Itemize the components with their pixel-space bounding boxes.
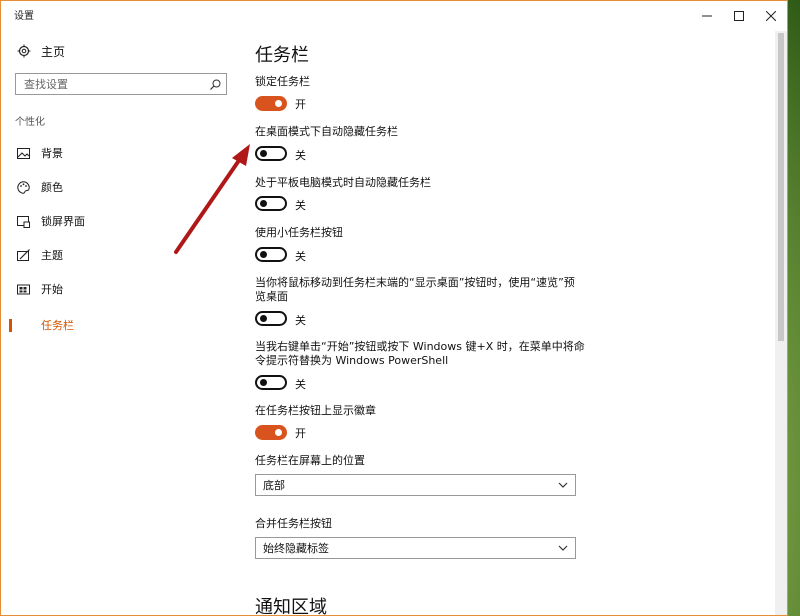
- active-indicator: [9, 319, 12, 332]
- notification-area-title: 通知区域: [255, 597, 327, 616]
- chevron-down-icon: [558, 482, 568, 488]
- title-bar: 设置: [1, 1, 787, 31]
- sidebar-item-label: 锁屏界面: [41, 215, 85, 228]
- start-icon: [17, 284, 30, 294]
- setting-label: 在桌面模式下自动隐藏任务栏: [255, 125, 398, 138]
- maximize-button[interactable]: [723, 1, 755, 31]
- toggle-state: 开: [295, 427, 306, 440]
- combine-dropdown[interactable]: 始终隐藏标签: [255, 537, 576, 559]
- sidebar-item-label: 开始: [41, 283, 63, 296]
- minimize-button[interactable]: [691, 1, 723, 31]
- setting-label: 处于平板电脑模式时自动隐藏任务栏: [255, 176, 431, 189]
- small-buttons-toggle[interactable]: [255, 247, 287, 262]
- sidebar-item-taskbar[interactable]: 任务栏: [1, 311, 241, 339]
- toggle-knob: [275, 429, 282, 436]
- auto-hide-desktop-toggle[interactable]: [255, 146, 287, 161]
- sidebar-item-label: 任务栏: [41, 319, 74, 332]
- scrollbar-thumb[interactable]: [778, 33, 784, 341]
- maximize-icon: [734, 11, 744, 21]
- sidebar: 主页 个性化 背景 颜色: [1, 31, 241, 615]
- sidebar-item-label: 主题: [41, 249, 63, 262]
- search-input[interactable]: [22, 76, 206, 92]
- theme-icon: [17, 248, 30, 261]
- setting-label: 锁定任务栏: [255, 75, 310, 88]
- toggle-state: 关: [295, 250, 306, 263]
- badges-toggle[interactable]: [255, 425, 287, 440]
- close-button[interactable]: [755, 1, 787, 31]
- close-icon: [766, 11, 776, 21]
- section-label: 个性化: [15, 117, 45, 128]
- main-content: 任务栏 锁定任务栏 开 在桌面模式下自动隐藏任务栏 关 处于平板电脑模式时自动隐…: [241, 31, 776, 616]
- setting-label: 当我右键单击“开始”按钮或按下 Windows 键+X 时，在菜单中将命令提示符…: [255, 340, 585, 367]
- position-label: 任务栏在屏幕上的位置: [255, 454, 365, 467]
- lock-screen-icon: [17, 215, 30, 228]
- peek-toggle[interactable]: [255, 311, 287, 326]
- sidebar-item-label: 背景: [41, 147, 63, 160]
- toggle-knob: [260, 379, 267, 386]
- palette-icon: [17, 180, 30, 194]
- taskbar-icon: [17, 319, 30, 332]
- toggle-knob: [275, 100, 282, 107]
- window-title: 设置: [14, 11, 34, 22]
- sidebar-item-label: 颜色: [41, 181, 63, 194]
- toggle-state: 关: [295, 378, 306, 391]
- picture-icon: [17, 147, 30, 159]
- setting-label: 在任务栏按钮上显示徽章: [255, 404, 376, 417]
- toggle-state: 关: [295, 314, 306, 327]
- setting-label: 使用小任务栏按钮: [255, 226, 343, 239]
- home-link[interactable]: 主页: [17, 39, 65, 63]
- gear-icon: [17, 44, 31, 58]
- toggle-knob: [260, 150, 267, 157]
- sidebar-item-start[interactable]: 开始: [1, 275, 241, 303]
- page-title: 任务栏: [255, 45, 309, 66]
- toggle-state: 开: [295, 98, 306, 111]
- dropdown-value: 始终隐藏标签: [263, 542, 329, 555]
- auto-hide-tablet-toggle[interactable]: [255, 196, 287, 211]
- minimize-icon: [702, 15, 712, 17]
- baidu-watermark: Baidu 经验 jingyan.baidu.com: [615, 530, 759, 578]
- position-dropdown[interactable]: 底部: [255, 474, 576, 496]
- scrollbar[interactable]: [775, 31, 787, 615]
- setting-label: 当你将鼠标移动到任务栏末端的“显示桌面”按钮时，使用“速览”预览桌面: [255, 276, 575, 303]
- sidebar-item-background[interactable]: 背景: [1, 139, 241, 167]
- watermark-url: jingyan.baidu.com: [621, 567, 731, 578]
- lock-taskbar-toggle[interactable]: [255, 96, 287, 111]
- toggle-knob: [260, 200, 267, 207]
- settings-window: 设置 主页 个性化: [0, 0, 788, 616]
- search-icon[interactable]: [210, 79, 221, 90]
- sidebar-item-themes[interactable]: 主题: [1, 241, 241, 269]
- toggle-knob: [260, 251, 267, 258]
- combine-label: 合并任务栏按钮: [255, 517, 332, 530]
- search-box: [15, 73, 227, 95]
- home-label: 主页: [41, 44, 66, 59]
- chevron-down-icon: [558, 545, 568, 551]
- watermark-brand: Baidu 经验: [615, 536, 760, 566]
- sidebar-item-lock-screen[interactable]: 锁屏界面: [1, 207, 241, 235]
- powershell-toggle[interactable]: [255, 375, 287, 390]
- dropdown-value: 底部: [263, 479, 285, 492]
- toggle-state: 关: [295, 199, 306, 212]
- sidebar-item-colors[interactable]: 颜色: [1, 173, 241, 201]
- toggle-state: 关: [295, 149, 306, 162]
- toggle-knob: [260, 315, 267, 322]
